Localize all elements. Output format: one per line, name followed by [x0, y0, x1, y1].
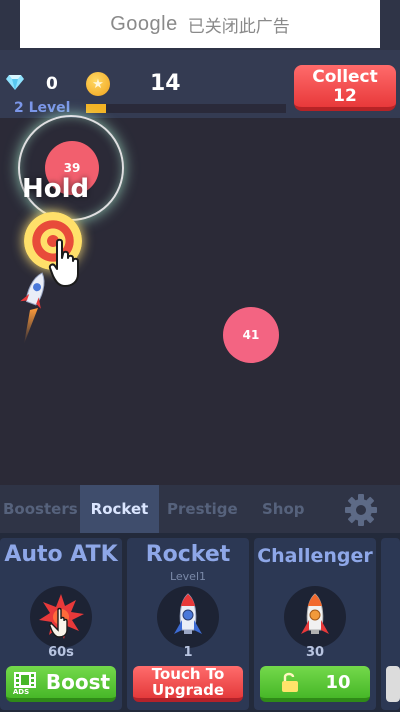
lock-icon	[282, 672, 299, 692]
ad-brand: Google	[110, 12, 178, 35]
ads-tag: ADS	[12, 688, 30, 696]
level-label: 2 Level	[14, 100, 71, 116]
boost-label: Boost	[45, 670, 111, 694]
touch-burst-icon	[39, 594, 84, 639]
tab-bar: Boosters Rocket Prestige Shop	[0, 485, 400, 533]
upgrade-button[interactable]: Touch To Upgrade	[133, 666, 243, 702]
rocket-icon	[20, 272, 45, 344]
rocket-icon	[301, 593, 329, 634]
card-auto-attack: Auto ATK 60s ADS Boost	[0, 538, 122, 710]
boost-button[interactable]: ADS Boost	[6, 666, 116, 702]
card-title: Auto ATK	[4, 542, 118, 567]
partial-card-button[interactable]	[386, 666, 400, 702]
ad-banner: Google 已关闭此广告	[0, 0, 400, 50]
collect-button[interactable]: Collect 12	[294, 65, 396, 111]
level-progress-bar	[86, 104, 286, 113]
coin-count: 14	[150, 71, 181, 96]
gem-count: 0	[46, 74, 58, 94]
collect-label: Collect	[312, 67, 378, 87]
tab-rocket[interactable]: Rocket	[80, 485, 159, 533]
upgrade-label-bottom: Upgrade	[151, 681, 225, 699]
ad-box[interactable]: Google 已关闭此广告	[20, 0, 380, 48]
level-progress-fill	[86, 104, 106, 113]
ball: 41	[223, 307, 279, 363]
card-title: Challenger	[257, 545, 373, 567]
hold-hint: Hold	[22, 174, 90, 204]
gear-icon[interactable]	[344, 493, 378, 527]
card-subtitle: Level1	[169, 570, 207, 583]
card-rocket: Rocket Level1 1 Touch To Upgrade	[127, 538, 249, 710]
tab-prestige[interactable]: Prestige	[167, 485, 238, 533]
card-challenger: Challenger 30 10	[254, 538, 376, 710]
diamond-icon	[6, 75, 24, 90]
card-partial	[381, 538, 400, 710]
card-title: Rocket	[145, 542, 231, 567]
star-coin-icon: ★	[86, 72, 110, 96]
ads-film-icon: ADS	[12, 670, 38, 696]
rocket-icon	[174, 593, 202, 634]
challenge-button[interactable]: 10	[260, 666, 370, 702]
tab-shop[interactable]: Shop	[262, 485, 305, 533]
icon-holder	[157, 586, 219, 648]
ad-closed-text: 已关闭此广告	[187, 16, 290, 37]
card-value: 1	[183, 645, 193, 660]
icon-holder	[30, 586, 92, 648]
challenge-cost: 10	[325, 671, 351, 693]
icon-holder	[284, 586, 346, 648]
ball-value: 41	[242, 328, 260, 342]
upgrade-label-top: Touch To	[151, 665, 225, 683]
collect-amount: 12	[333, 86, 357, 106]
card-value: 30	[305, 645, 325, 660]
card-value: 60s	[48, 645, 74, 660]
ball-value: 39	[63, 161, 81, 175]
tab-boosters[interactable]: Boosters	[3, 485, 78, 533]
